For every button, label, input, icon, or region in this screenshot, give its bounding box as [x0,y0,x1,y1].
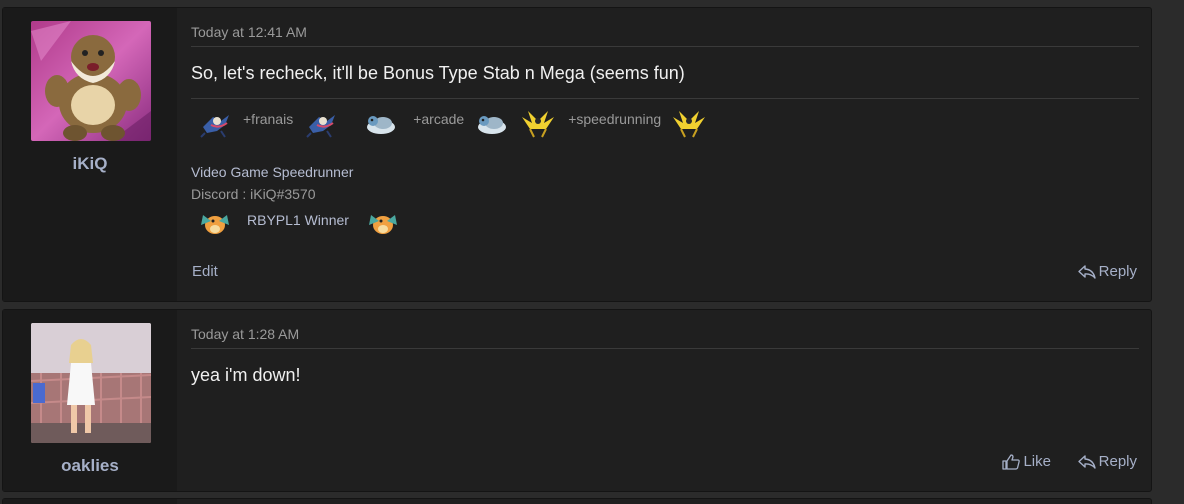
dragonite-icon [368,215,397,234]
post [2,498,1152,504]
badge-francais: +franais [243,111,294,127]
edit-button[interactable]: Edit [192,263,218,280]
divider [191,46,1139,47]
award-row: RBYPL1 Winner [195,206,409,240]
greninja-icon [200,115,229,138]
badge-arcade: +arcade [413,111,465,127]
zapdos-icon [673,111,706,138]
user-panel: iKiQ [3,8,177,301]
dragonite-icon [201,215,229,234]
post: iKiQ Today at 12:41 AM So, let's recheck… [2,7,1152,302]
signature-title: Video Game Speedrunner [191,164,354,180]
reply-arrow-icon [1077,454,1096,469]
badge-speedrunning: +speedrunning [568,111,662,127]
username[interactable]: iKiQ [3,154,177,174]
thumbs-up-icon [1002,453,1021,470]
reply-label: Reply [1098,263,1137,280]
thread: iKiQ Today at 12:41 AM So, let's recheck… [0,0,1184,504]
lapras-icon [367,116,396,134]
user-panel: oaklies [3,310,177,491]
greninja-icon [306,115,336,138]
post-date[interactable]: Today at 12:41 AM [191,24,307,40]
lapras-icon [478,116,507,134]
like-button[interactable]: Like [1002,453,1051,470]
post-body: Today at 1:28 AM yea i'm down! Like Repl… [177,310,1151,491]
award-label: RBYPL1 Winner [247,212,349,228]
signature-badges: +franais +arcade +speedrunning [195,106,715,140]
reply-label: Reply [1098,453,1137,470]
like-label: Like [1023,453,1051,470]
post-date[interactable]: Today at 1:28 AM [191,326,299,342]
signature-discord: Discord : iKiQ#3570 [191,186,316,202]
avatar[interactable] [31,323,151,443]
reply-arrow-icon [1077,264,1096,279]
post-message: yea i'm down! [191,365,301,385]
post-message: So, let's recheck, it'll be Bonus Type S… [191,63,685,83]
user-panel [3,499,177,504]
username[interactable]: oaklies [3,456,177,476]
zapdos-icon [522,111,555,138]
reply-button[interactable]: Reply [1077,263,1137,280]
reply-button[interactable]: Reply [1077,453,1137,470]
divider [191,348,1139,349]
post-body: Today at 12:41 AM So, let's recheck, it'… [177,8,1151,301]
avatar[interactable] [31,21,151,141]
signature-divider [191,98,1139,99]
edit-label: Edit [192,263,218,280]
post: oaklies Today at 1:28 AM yea i'm down! L… [2,309,1152,492]
